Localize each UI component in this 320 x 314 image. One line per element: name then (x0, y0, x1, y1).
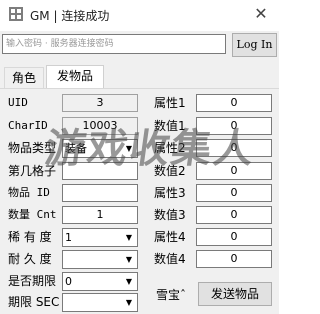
login-button[interactable]: Log In (232, 33, 277, 57)
item-id-field[interactable] (62, 184, 138, 202)
expire-value: 0 (65, 275, 72, 288)
val2-label: 数值2 (154, 164, 186, 178)
close-button[interactable]: ✕ (250, 4, 272, 24)
tab-send-item[interactable]: 发物品 (46, 65, 104, 89)
val3-field[interactable]: 0 (196, 206, 272, 224)
rarity-select[interactable]: 1 ▼ (62, 228, 138, 247)
snow-label: 雪宝ˆ (156, 288, 187, 302)
expire-select[interactable]: 0 ▼ (62, 272, 138, 291)
title-bar: GM | 连接成功 ✕ (0, 0, 279, 31)
item-type-label: 物品类型 (8, 141, 57, 155)
charid-field[interactable]: 10003 (62, 117, 138, 135)
period-select[interactable]: ▼ (62, 293, 138, 312)
val2-field[interactable]: 0 (196, 162, 272, 180)
val1-field[interactable]: 0 (196, 117, 272, 135)
attr3-field[interactable]: 0 (196, 184, 272, 202)
count-field[interactable]: 1 (62, 206, 138, 224)
rarity-value: 1 (65, 231, 72, 244)
attr1-label: 属性1 (154, 96, 186, 110)
val3-label: 数值3 (154, 208, 186, 222)
val1-label: 数值1 (154, 119, 186, 133)
expire-label: 是否期限 (8, 274, 57, 288)
window-title: GM | 连接成功 (30, 9, 110, 23)
durability-select[interactable]: ▼ (62, 250, 138, 269)
attr2-field[interactable]: 0 (196, 139, 272, 157)
attr3-label: 属性3 (154, 186, 186, 200)
tab-character[interactable]: 角色 (4, 67, 44, 88)
chevron-down-icon: ▼ (121, 251, 137, 268)
period-label: 期限 SEC (8, 295, 60, 309)
item-type-value: 装备 (65, 142, 87, 155)
login-bar: 输入密码 · 服务器连接密码 Log In (0, 31, 279, 63)
password-input[interactable]: 输入密码 · 服务器连接密码 (2, 34, 226, 54)
attr1-field[interactable]: 0 (196, 94, 272, 112)
slot-field[interactable] (62, 162, 138, 180)
slot-label: 第几格子 (8, 164, 57, 178)
send-item-button[interactable]: 发送物品 (198, 282, 272, 306)
attr4-field[interactable]: 0 (196, 228, 272, 246)
attr4-label: 属性4 (154, 230, 186, 244)
charid-label: CharID (8, 119, 48, 132)
chevron-down-icon: ▼ (121, 273, 137, 290)
val4-field[interactable]: 0 (196, 250, 272, 268)
durability-label: 耐 久 度 (8, 252, 52, 266)
uid-label: UID (8, 96, 28, 109)
app-icon (9, 7, 23, 21)
rarity-label: 稀 有 度 (8, 230, 52, 244)
count-label: 数量 Cnt (8, 208, 57, 221)
item-type-select[interactable]: 装备 ▼ (62, 139, 138, 158)
uid-field[interactable]: 3 (62, 94, 138, 112)
chevron-down-icon: ▼ (121, 229, 137, 246)
val4-label: 数值4 (154, 252, 186, 266)
item-id-label: 物品 ID (8, 186, 50, 199)
chevron-down-icon: ▼ (121, 294, 137, 311)
tab-strip: 角色 发物品 (0, 63, 279, 89)
chevron-down-icon: ▼ (121, 140, 137, 157)
attr2-label: 属性2 (154, 141, 186, 155)
